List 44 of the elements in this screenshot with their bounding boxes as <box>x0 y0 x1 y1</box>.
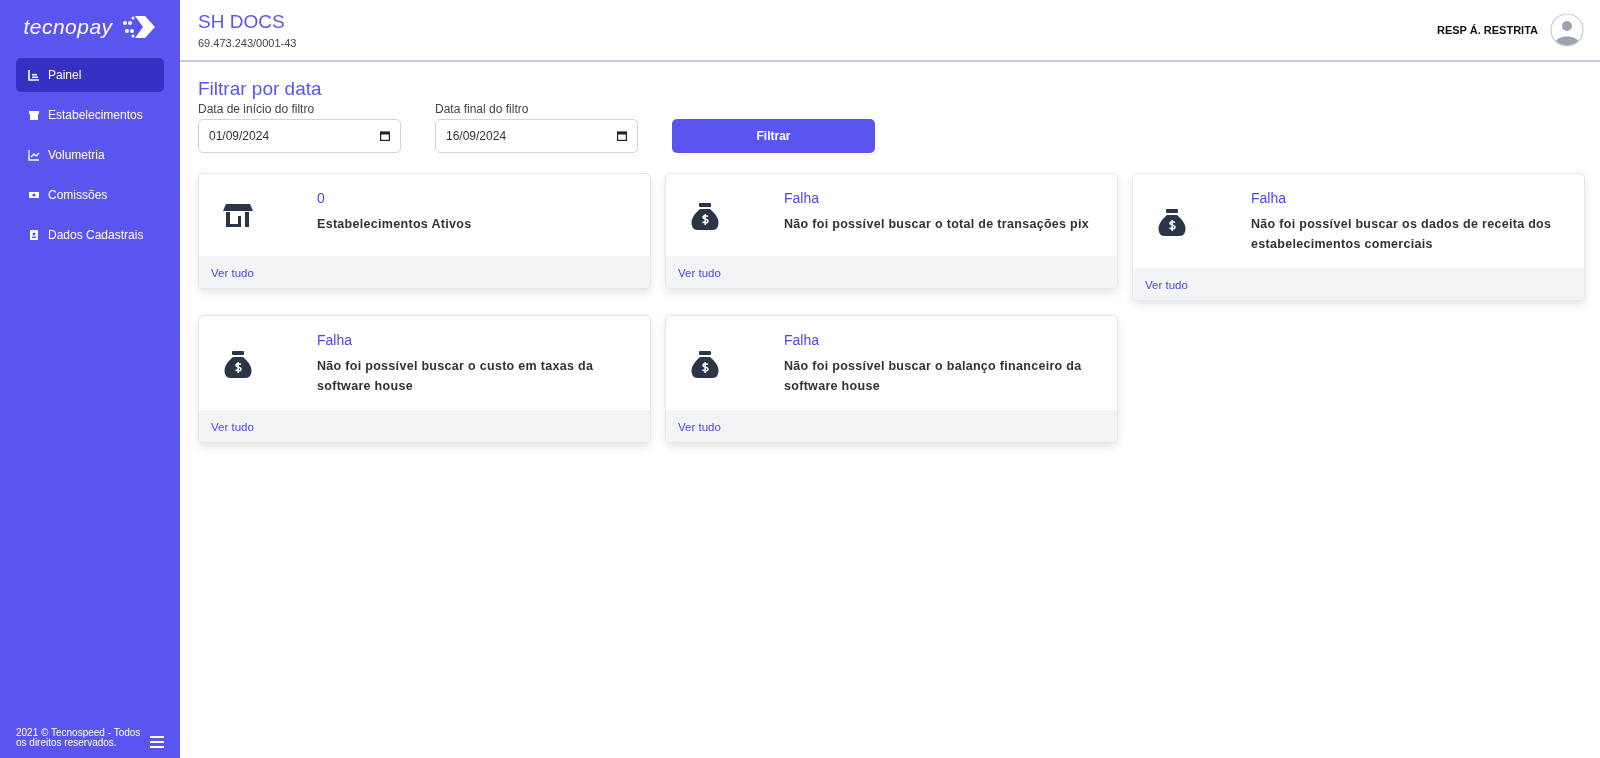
user-name: RESP Á. RESTRITA <box>1436 24 1538 36</box>
date-field[interactable]: 16/09/2024 <box>435 119 638 153</box>
stat-text: Não foi possível buscar o total de transações pix <box>784 216 1090 233</box>
stat-value: 0 <box>317 190 326 206</box>
logo-text: tecnopay <box>23 15 113 39</box>
stat-value: Falha <box>784 332 821 348</box>
nav-item[interactable]: Estabelecimentos <box>16 98 164 132</box>
nav-item[interactable]: Painel <box>16 58 164 92</box>
money-bag-icon <box>690 201 720 231</box>
view-all-link[interactable]: Ver tudo <box>678 267 721 279</box>
menu-icon[interactable] <box>150 736 164 748</box>
money-bag-icon <box>690 349 720 379</box>
view-all-link[interactable]: Ver tudo <box>211 421 254 433</box>
field-label: Data final do filtro <box>435 102 530 116</box>
calendar-icon <box>617 131 627 141</box>
view-all-link[interactable]: Ver tudo <box>678 421 721 433</box>
stat-value: Falha <box>317 332 354 348</box>
line-chart-icon <box>28 149 40 161</box>
id-card-icon <box>28 229 40 241</box>
chart-icon <box>28 69 40 81</box>
stat-value: Falha <box>1251 190 1288 206</box>
view-all-link[interactable]: Ver tudo <box>211 267 254 279</box>
field-label: Data de início do filtro <box>198 102 316 116</box>
nav-item[interactable]: Dados Cadastrais <box>16 218 164 252</box>
arrow-logo-icon <box>120 14 157 40</box>
view-all-link[interactable]: Ver tudo <box>1145 279 1188 291</box>
nav-item[interactable]: Volumetria <box>16 138 164 172</box>
company-id: 69.473.243/0001-43 <box>198 37 297 49</box>
stat-text: Estabelecimentos Ativos <box>317 216 472 233</box>
filter-title: Filtrar por data <box>198 78 323 100</box>
calendar-icon <box>380 131 390 141</box>
nav-item[interactable]: Comissões <box>16 178 164 212</box>
stat-text: Não foi possível buscar o balanço financeiro da software house <box>784 358 1083 395</box>
money-icon <box>28 189 40 201</box>
date-field[interactable]: 01/09/2024 <box>198 119 401 153</box>
money-bag-icon <box>1157 207 1187 237</box>
stat-text: Não foi possível buscar o custo em taxas da software house <box>317 358 595 395</box>
store-icon <box>28 109 40 121</box>
copyright-text: 2021 © Tecnospeed - Todos os direitos reservados. <box>16 728 141 748</box>
stat-text: Não foi possível buscar os dados de receita dos estabelecimentos comerciais <box>1251 216 1553 253</box>
money-bag-icon <box>223 349 253 379</box>
filter-button[interactable]: Filtrar <box>672 119 875 153</box>
stat-value: Falha <box>784 190 821 206</box>
company-title: SH DOCS <box>198 11 286 33</box>
